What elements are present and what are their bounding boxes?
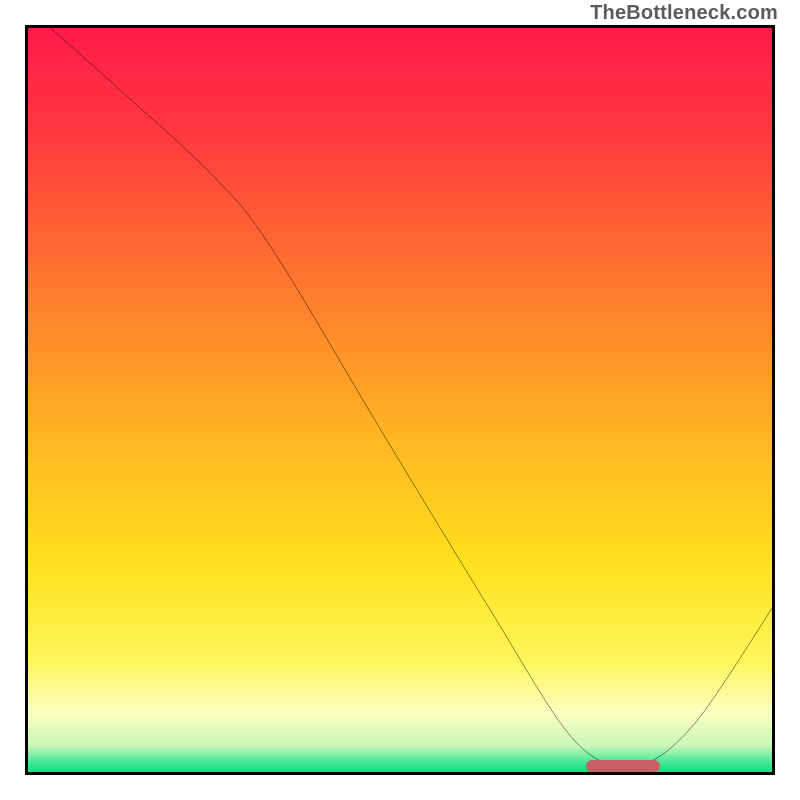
plot-area [25, 25, 775, 775]
optimal-range-marker [586, 760, 660, 772]
chart-frame: TheBottleneck.com [0, 0, 800, 800]
bottleneck-curve [28, 28, 772, 772]
watermark-text: TheBottleneck.com [590, 2, 778, 25]
